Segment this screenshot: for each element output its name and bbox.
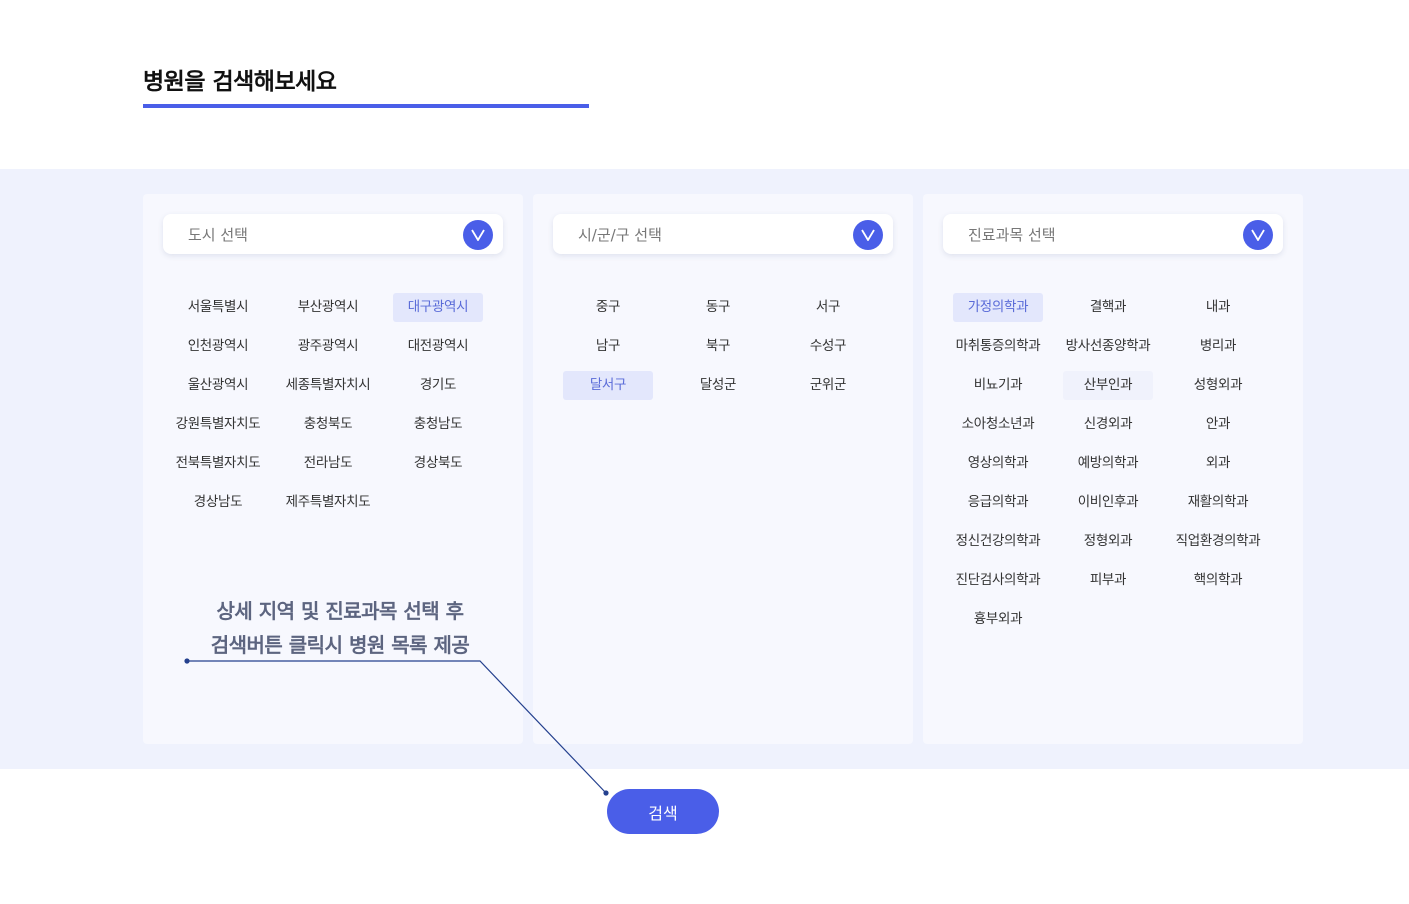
department-options: 가정의학과 결핵과 내과마취통증의학과 방사선종양학과 병리과비뇨기과 산부인과 성형외과소…: [943, 293, 1273, 644]
city-option[interactable]: 울산광역시: [163, 371, 273, 400]
instruction-line-1: 상세 지역 및 진료과목 선택 후: [216, 599, 464, 623]
department-option[interactable]: 결핵과: [1053, 293, 1163, 322]
city-option[interactable]: 광주광역시: [273, 332, 383, 361]
city-option[interactable]: 대전광역시: [383, 332, 493, 361]
city-select-placeholder: 도시 선택: [188, 226, 248, 244]
district-option[interactable]: 달성군: [663, 371, 773, 400]
chevron-down-icon[interactable]: [853, 220, 883, 250]
city-option[interactable]: 강원특별자치도: [163, 410, 273, 439]
department-select[interactable]: 진료과목 선택: [943, 214, 1283, 254]
city-option[interactable]: 인천광역시: [163, 332, 273, 361]
department-option[interactable]: 성형외과: [1163, 371, 1273, 400]
instruction-note: 상세 지역 및 진료과목 선택 후 검색버튼 클릭시 병원 목록 제공: [178, 594, 502, 662]
city-option[interactable]: 경기도: [383, 371, 493, 400]
department-option[interactable]: 소아청소년과: [943, 410, 1053, 439]
department-option[interactable]: 비뇨기과: [943, 371, 1053, 400]
department-option[interactable]: 정형외과: [1053, 527, 1163, 556]
department-select-placeholder: 진료과목 선택: [968, 226, 1056, 244]
district-option[interactable]: 수성구: [773, 332, 883, 361]
city-option[interactable]: 경상남도: [163, 488, 273, 517]
city-option[interactable]: 충청남도: [383, 410, 493, 439]
city-option[interactable]: 경상북도: [383, 449, 493, 478]
chevron-down-icon[interactable]: [1243, 220, 1273, 250]
department-option[interactable]: 진단검사의학과: [943, 566, 1053, 595]
department-option[interactable]: 예방의학과: [1053, 449, 1163, 478]
department-option[interactable]: 정신건강의학과: [943, 527, 1053, 556]
city-option[interactable]: 서울특별시: [163, 293, 273, 322]
city-option[interactable]: 전북특별자치도: [163, 449, 273, 478]
department-option[interactable]: 마취통증의학과: [943, 332, 1053, 361]
department-option[interactable]: 피부과: [1053, 566, 1163, 595]
city-options: 서울특별시 부산광역시 대구광역시인천광역시 광주광역시 대전광역시울산광역시 세종특별자…: [163, 293, 493, 527]
district-option[interactable]: 남구: [553, 332, 663, 361]
department-option[interactable]: 산부인과: [1063, 371, 1153, 400]
city-option[interactable]: 충청북도: [273, 410, 383, 439]
district-option[interactable]: 군위군: [773, 371, 883, 400]
department-option[interactable]: 방사선종양학과: [1053, 332, 1163, 361]
page-title: 병원을 검색해보세요: [143, 69, 337, 95]
chevron-down-icon[interactable]: [463, 220, 493, 250]
department-option[interactable]: 흉부외과: [943, 605, 1053, 634]
department-option[interactable]: 가정의학과: [953, 293, 1043, 322]
district-options: 중구 동구 서구남구 북구 수성구달서구 달성군 군위군: [553, 293, 883, 410]
city-option[interactable]: 부산광역시: [273, 293, 383, 322]
district-option[interactable]: 북구: [663, 332, 773, 361]
city-option[interactable]: 세종특별자치시: [273, 371, 383, 400]
department-option[interactable]: 이비인후과: [1053, 488, 1163, 517]
district-option[interactable]: 중구: [553, 293, 663, 322]
district-option[interactable]: 달서구: [563, 371, 653, 400]
district-select[interactable]: 시/군/구 선택: [553, 214, 893, 254]
district-option[interactable]: 동구: [663, 293, 773, 322]
search-button[interactable]: 검색: [607, 789, 719, 834]
department-option[interactable]: 안과: [1163, 410, 1273, 439]
department-option[interactable]: 재활의학과: [1163, 488, 1273, 517]
department-option[interactable]: 내과: [1163, 293, 1273, 322]
department-option[interactable]: 외과: [1163, 449, 1273, 478]
city-option[interactable]: 전라남도: [273, 449, 383, 478]
department-option[interactable]: 신경외과: [1053, 410, 1163, 439]
department-option[interactable]: 직업환경의학과: [1163, 527, 1273, 556]
district-panel: 시/군/구 선택 중구 동구 서구남구 북구 수성구달서구 달성군 군위군: [533, 194, 913, 744]
title-underline: [143, 104, 589, 108]
department-panel: 진료과목 선택 가정의학과 결핵과 내과마취통증의학과 방사선종양학과 병리과비뇨기과 산…: [923, 194, 1303, 744]
department-option[interactable]: 병리과: [1163, 332, 1273, 361]
city-option[interactable]: 대구광역시: [393, 293, 483, 322]
city-option[interactable]: 제주특별자치도: [273, 488, 383, 517]
department-option[interactable]: 영상의학과: [943, 449, 1053, 478]
department-option[interactable]: 응급의학과: [943, 488, 1053, 517]
instruction-line-2: 검색버튼 클릭시 병원 목록 제공: [210, 633, 470, 657]
district-option[interactable]: 서구: [773, 293, 883, 322]
department-option[interactable]: 핵의학과: [1163, 566, 1273, 595]
district-select-placeholder: 시/군/구 선택: [578, 226, 662, 244]
city-select[interactable]: 도시 선택: [163, 214, 503, 254]
